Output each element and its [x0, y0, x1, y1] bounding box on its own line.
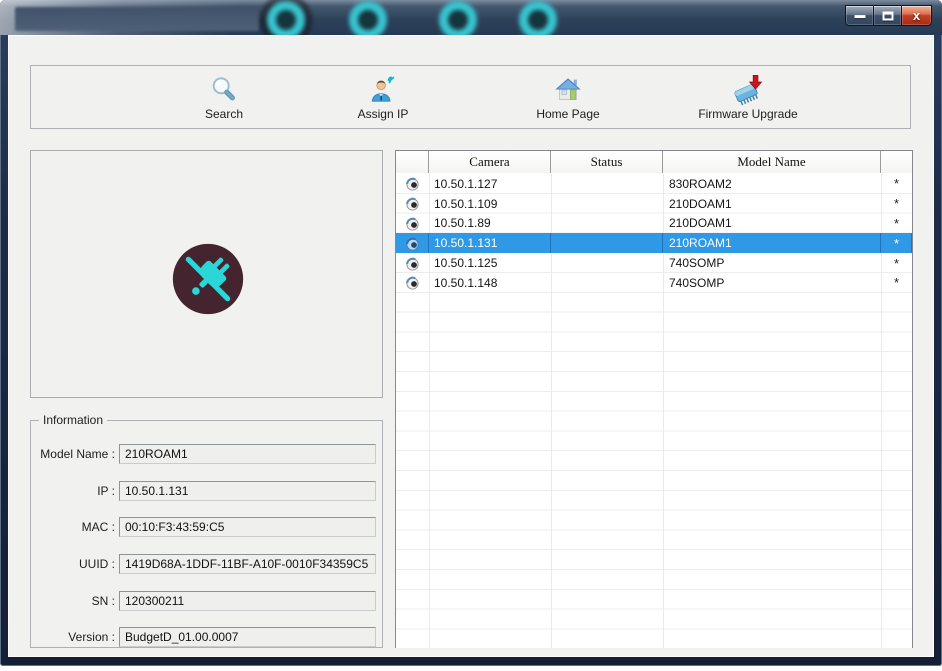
- camera-status: [551, 233, 663, 253]
- person-wifi-icon: [313, 73, 453, 106]
- minimize-icon: [854, 14, 865, 18]
- uuid-label: UUID :: [79, 557, 115, 571]
- version-value[interactable]: BudgetD_01.00.0007: [119, 627, 376, 647]
- watermark-logo-icon: [519, 1, 557, 35]
- camera-model: 740SOMP: [669, 275, 725, 290]
- camera-status: [551, 214, 663, 234]
- camera-model: 210DOAM1: [669, 216, 732, 231]
- camera-ip: 10.50.1.127: [434, 176, 498, 191]
- table-body: 10.50.1.127 830ROAM2 * 10.50.1.109 210DO…: [396, 174, 912, 648]
- sn-value[interactable]: 120300211: [119, 591, 376, 611]
- camera-ip: 10.50.1.89: [434, 216, 491, 231]
- camera-eye-icon: [396, 214, 429, 234]
- camera-ip: 10.50.1.109: [434, 196, 498, 211]
- assign-ip-button[interactable]: Assign IP: [313, 73, 453, 121]
- camera-ip: 10.50.1.131: [429, 233, 551, 253]
- header-camera[interactable]: Camera: [429, 151, 551, 173]
- table-row[interactable]: 10.50.1.127 830ROAM2 *: [396, 174, 912, 194]
- table-row-selected[interactable]: 10.50.1.131 210ROAM1 *: [396, 233, 912, 254]
- toolbar-button-label: Search: [204, 107, 244, 121]
- camera-flag: *: [893, 275, 900, 291]
- camera-model: 740SOMP: [669, 256, 725, 271]
- ip-value[interactable]: 10.50.1.131: [119, 481, 376, 501]
- camera-flag: *: [893, 176, 900, 192]
- camera-flag: *: [893, 196, 900, 212]
- watermark-logo-icon: [267, 1, 305, 35]
- firmware-upgrade-button[interactable]: Firmware Upgrade: [678, 73, 818, 121]
- window-title-redacted: [15, 7, 259, 31]
- header-flag-column[interactable]: [881, 151, 912, 173]
- home-page-button[interactable]: Home Page: [498, 73, 638, 121]
- camera-flag: *: [893, 255, 900, 271]
- model-name-label: Model Name :: [40, 447, 115, 461]
- camera-ip: 10.50.1.148: [434, 275, 498, 290]
- camera-eye-icon: [396, 273, 429, 293]
- watermark-logo-icon: [439, 1, 477, 35]
- maximize-button[interactable]: [873, 5, 902, 26]
- close-button[interactable]: x: [901, 5, 932, 26]
- camera-eye-icon: [396, 253, 429, 273]
- model-name-value[interactable]: 210ROAM1: [119, 444, 376, 464]
- table-header: Camera Status Model Name: [396, 151, 912, 173]
- table-row[interactable]: 10.50.1.125 740SOMP *: [396, 253, 912, 273]
- camera-eye-icon: [396, 194, 429, 214]
- information-group: Information Model Name : 210ROAM1 IP : 1…: [30, 413, 383, 648]
- camera-model: 210DOAM1: [669, 196, 732, 211]
- ip-label: IP :: [97, 484, 115, 498]
- magnifier-icon: [154, 73, 294, 106]
- camera-eye-icon: [396, 174, 429, 194]
- preview-panel: [30, 150, 383, 398]
- camera-flag: *: [881, 233, 912, 253]
- minimize-button[interactable]: [845, 5, 874, 26]
- title-bar[interactable]: [0, 0, 942, 35]
- header-icon-column[interactable]: [396, 151, 429, 173]
- device-table: Camera Status Model Name 10.50.1.127 830…: [395, 150, 913, 648]
- header-status[interactable]: Status: [551, 151, 663, 173]
- sn-field: SN : 120300211: [31, 591, 382, 612]
- toolbar-button-label: Home Page: [536, 107, 600, 121]
- sn-label: SN :: [91, 594, 115, 608]
- close-icon: x: [912, 8, 921, 23]
- toolbar: Search Assign IP Home Page Firmware Upgr…: [30, 65, 911, 129]
- toolbar-button-label: Assign IP: [357, 107, 409, 121]
- mac-label: MAC :: [81, 520, 115, 534]
- uuid-value[interactable]: 1419D68A-1DDF-11BF-A10F-0010F34359C5: [119, 554, 376, 574]
- table-row[interactable]: 10.50.1.109 210DOAM1 *: [396, 194, 912, 214]
- table-row[interactable]: 10.50.1.89 210DOAM1 *: [396, 214, 912, 234]
- camera-status: [551, 174, 663, 194]
- client-area: Search Assign IP Home Page Firmware Upgr…: [8, 35, 934, 657]
- information-title: Information: [39, 413, 108, 427]
- watermark-logo-icon: [349, 1, 387, 35]
- app-window: x Search Assign IP Home Page Firmware Up…: [0, 0, 942, 666]
- uuid-field: UUID : 1419D68A-1DDF-11BF-A10F-0010F3435…: [31, 554, 382, 575]
- camera-status: [551, 273, 663, 293]
- toolbar-button-label: Firmware Upgrade: [698, 107, 798, 121]
- search-button[interactable]: Search: [154, 73, 294, 121]
- mac-field: MAC : 00:10:F3:43:59:C5: [31, 517, 382, 538]
- maximize-icon: [882, 11, 893, 20]
- disconnected-plug-icon: [170, 241, 246, 317]
- model-name-field: Model Name : 210ROAM1: [31, 444, 382, 465]
- table-row[interactable]: 10.50.1.148 740SOMP *: [396, 273, 912, 293]
- screenshot-root: x Search Assign IP Home Page Firmware Up…: [0, 0, 942, 671]
- mac-value[interactable]: 00:10:F3:43:59:C5: [119, 517, 376, 537]
- ip-field: IP : 10.50.1.131: [31, 481, 382, 502]
- camera-model: 830ROAM2: [669, 176, 732, 191]
- camera-flag: *: [893, 215, 900, 231]
- camera-model: 210ROAM1: [663, 233, 881, 253]
- camera-status: [551, 253, 663, 273]
- chip-download-icon: [678, 73, 818, 106]
- camera-ip: 10.50.1.125: [434, 256, 498, 271]
- version-label: Version :: [68, 630, 115, 644]
- header-model-name[interactable]: Model Name: [663, 151, 881, 173]
- house-icon: [498, 73, 638, 106]
- version-field: Version : BudgetD_01.00.0007: [31, 627, 382, 648]
- camera-eye-icon: [396, 233, 429, 253]
- camera-status: [551, 194, 663, 214]
